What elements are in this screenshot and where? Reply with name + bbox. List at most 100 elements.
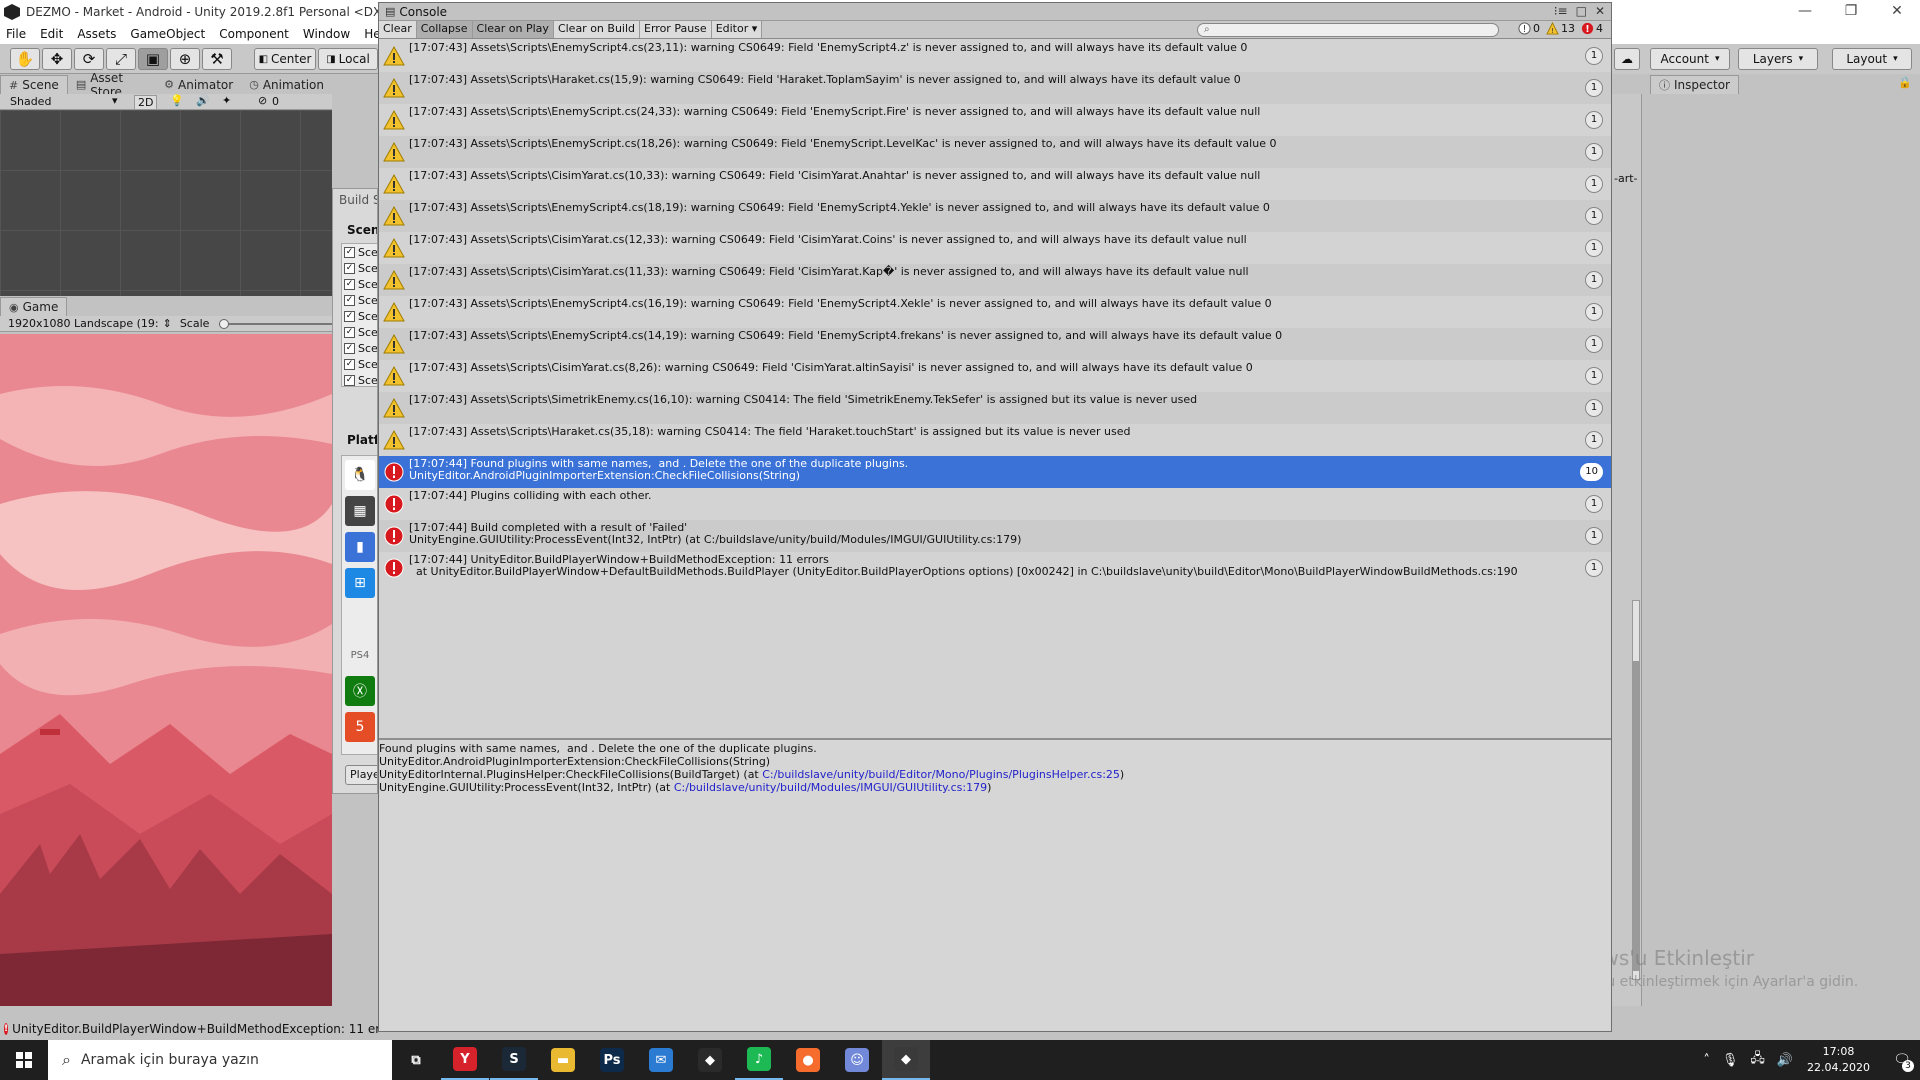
menu-file[interactable]: File bbox=[6, 27, 26, 41]
menu-assets[interactable]: Assets bbox=[77, 27, 116, 41]
player-settings-button[interactable]: Playe bbox=[345, 765, 377, 785]
console-warning-entry[interactable]: [17:07:43] Assets\Scripts\SimetrikEnemy.… bbox=[379, 392, 1611, 424]
check-icon[interactable]: ✓ bbox=[344, 294, 355, 306]
start-button[interactable] bbox=[0, 1040, 48, 1080]
check-icon[interactable]: ✓ bbox=[344, 278, 355, 290]
close-button[interactable]: ✕ bbox=[1874, 0, 1920, 24]
menu-component[interactable]: Component bbox=[219, 27, 289, 41]
log-count-toggle[interactable]: ! 0 bbox=[1518, 22, 1540, 35]
menu-window[interactable]: Window bbox=[303, 27, 350, 41]
clear-button[interactable]: Clear bbox=[379, 21, 417, 38]
check-icon[interactable]: ✓ bbox=[344, 246, 355, 258]
audio-icon[interactable]: 🔊 bbox=[196, 94, 210, 107]
menu-icon[interactable]: ⁝≡ bbox=[1554, 4, 1568, 18]
console-warning-entry[interactable]: [17:07:43] Assets\Scripts\EnemyScript4.c… bbox=[379, 296, 1611, 328]
apple-tv-platform-icon[interactable] bbox=[345, 604, 375, 634]
console-warning-entry[interactable]: [17:07:43] Assets\Scripts\Haraket.cs(15,… bbox=[379, 72, 1611, 104]
check-icon[interactable]: ✓ bbox=[344, 310, 355, 322]
taskbar-app-unity-hub[interactable]: ◆ bbox=[686, 1040, 734, 1080]
lighting-icon[interactable]: 💡 bbox=[170, 94, 184, 107]
check-icon[interactable]: ✓ bbox=[344, 326, 355, 338]
taskbar-clock[interactable]: 17:08 22.04.2020 bbox=[1807, 1044, 1870, 1076]
check-icon[interactable]: ✓ bbox=[344, 342, 355, 354]
collapse-button[interactable]: Collapse bbox=[416, 21, 473, 38]
taskbar-app-photoshop[interactable]: Ps bbox=[588, 1040, 636, 1080]
console-warning-entry[interactable]: [17:07:43] Assets\Scripts\Haraket.cs(35,… bbox=[379, 424, 1611, 456]
console-detail-pane[interactable]: Found plugins with same names, and . Del… bbox=[379, 738, 1611, 1031]
shading-mode-dropdown[interactable]: Shaded bbox=[10, 95, 51, 108]
tab-asset-store[interactable]: ▤ Asset Store bbox=[68, 71, 156, 99]
slider-handle[interactable] bbox=[219, 318, 230, 329]
stacktrace-link[interactable]: C:/buildslave/unity/build/Editor/Mono/Pl… bbox=[762, 768, 1120, 781]
pc-platform-icon[interactable]: 🐧 bbox=[345, 460, 375, 490]
console-error-entry[interactable]: [17:07:44] UnityEditor.BuildPlayerWindow… bbox=[379, 552, 1611, 584]
rotate-tool-button[interactable]: ⟳ bbox=[74, 48, 104, 70]
layers-dropdown[interactable]: Layers ▾ bbox=[1738, 48, 1818, 70]
taskbar-app-steam[interactable]: S bbox=[490, 1040, 538, 1080]
scale-slider[interactable] bbox=[219, 318, 332, 329]
scene-row[interactable]: ✓ Sce bbox=[342, 340, 377, 356]
minimize-button[interactable]: — bbox=[1782, 0, 1828, 24]
transform-tool-button[interactable]: ⊕ bbox=[170, 48, 200, 70]
scene-row[interactable]: ✓ Sce bbox=[342, 244, 377, 260]
console-error-entry[interactable]: [17:07:44] Build completed with a result… bbox=[379, 520, 1611, 552]
console-error-entry[interactable]: [17:07:44] Found plugins with same names… bbox=[379, 456, 1611, 488]
console-warning-entry[interactable]: [17:07:43] Assets\Scripts\EnemyScript4.c… bbox=[379, 328, 1611, 360]
console-warning-entry[interactable]: [17:07:43] Assets\Scripts\CisimYarat.cs(… bbox=[379, 360, 1611, 392]
pivot-local-button[interactable]: ◨ Local bbox=[318, 48, 378, 70]
console-warning-entry[interactable]: [17:07:43] Assets\Scripts\CisimYarat.cs(… bbox=[379, 168, 1611, 200]
account-dropdown[interactable]: Account ▾ bbox=[1650, 48, 1730, 70]
tab-game[interactable]: ◉ Game bbox=[0, 297, 68, 316]
tab-inspector[interactable]: ⓘ Inspector bbox=[1650, 75, 1739, 94]
game-viewport[interactable] bbox=[0, 334, 332, 1006]
clear-on-play-button[interactable]: Clear on Play bbox=[472, 21, 554, 38]
tab-animation[interactable]: ◷ Animation bbox=[241, 75, 332, 94]
console-title-bar[interactable]: ▤ Console ⁝≡ □ ✕ bbox=[379, 3, 1611, 21]
console-warning-entry[interactable]: [17:07:43] Assets\Scripts\EnemyScript4.c… bbox=[379, 40, 1611, 72]
taskbar-search-box[interactable]: ⌕ Aramak için buraya yazın bbox=[48, 1040, 392, 1080]
maximize-icon[interactable]: □ bbox=[1576, 4, 1587, 18]
check-icon[interactable]: ✓ bbox=[344, 262, 355, 274]
console-warning-entry[interactable]: [17:07:43] Assets\Scripts\CisimYarat.cs(… bbox=[379, 232, 1611, 264]
layout-dropdown[interactable]: Layout ▾ bbox=[1832, 48, 1912, 70]
console-error-entry[interactable]: [17:07:44] Plugins colliding with each o… bbox=[379, 488, 1611, 520]
editor-dropdown[interactable]: Editor ▾ bbox=[711, 21, 763, 38]
notification-center-button[interactable]: 🗨 3 bbox=[1884, 1040, 1920, 1080]
menu-gameobject[interactable]: GameObject bbox=[130, 27, 205, 41]
cloud-button[interactable]: ☁ bbox=[1614, 48, 1640, 70]
clear-on-build-button[interactable]: Clear on Build bbox=[553, 21, 641, 38]
scrollbar-thumb[interactable] bbox=[1633, 661, 1639, 971]
taskbar-app-unity[interactable]: ◆ bbox=[882, 1040, 930, 1080]
windows-platform-icon[interactable]: ⊞ bbox=[345, 568, 375, 598]
lock-icon[interactable]: 🔒 bbox=[1898, 76, 1912, 89]
effects-icon[interactable]: ✦ bbox=[222, 94, 231, 107]
taskbar-app-file-explorer[interactable]: ▬ bbox=[539, 1040, 587, 1080]
html5-platform-icon[interactable]: 5 bbox=[345, 712, 375, 742]
mode-2d-toggle[interactable]: 2D bbox=[134, 95, 158, 110]
stacktrace-link[interactable]: C:/buildslave/unity/build/Modules/IMGUI/… bbox=[674, 781, 987, 794]
network-icon[interactable]: 🖧 bbox=[1750, 1049, 1765, 1071]
scene-row[interactable]: ✓ Sce bbox=[342, 324, 377, 340]
android-platform-icon[interactable]: ▮ bbox=[345, 532, 375, 562]
ps4-platform-icon[interactable]: PS4 bbox=[345, 640, 375, 670]
console-warning-entry[interactable]: [17:07:43] Assets\Scripts\EnemyScript.cs… bbox=[379, 136, 1611, 168]
taskbar-app-mail[interactable]: ✉ bbox=[637, 1040, 685, 1080]
scene-viewport[interactable] bbox=[0, 110, 332, 296]
console-warning-entry[interactable]: [17:07:43] Assets\Scripts\EnemyScript.cs… bbox=[379, 104, 1611, 136]
error-count-toggle[interactable]: ! 4 bbox=[1581, 22, 1603, 35]
resolution-dropdown[interactable]: 1920x1080 Landscape (19: bbox=[8, 317, 159, 330]
move-tool-button[interactable]: ✥ bbox=[42, 48, 72, 70]
close-icon[interactable]: ✕ bbox=[1595, 4, 1605, 18]
pivot-center-button[interactable]: ◧ Center bbox=[254, 48, 316, 70]
custom-tool-button[interactable]: ⚒ bbox=[202, 48, 232, 70]
tab-animator[interactable]: ⚙ Animator bbox=[156, 75, 241, 94]
console-warning-entry[interactable]: [17:07:43] Assets\Scripts\EnemyScript4.c… bbox=[379, 200, 1611, 232]
error-pause-button[interactable]: Error Pause bbox=[640, 21, 712, 38]
menu-edit[interactable]: Edit bbox=[40, 27, 63, 41]
webgl-platform-icon[interactable]: ▦ bbox=[345, 496, 375, 526]
console-warning-entry[interactable]: [17:07:43] Assets\Scripts\CisimYarat.cs(… bbox=[379, 264, 1611, 296]
taskbar-app-origin[interactable]: ● bbox=[784, 1040, 832, 1080]
scene-row[interactable]: ✓ Sce bbox=[342, 356, 377, 372]
hand-tool-button[interactable]: ✋ bbox=[10, 48, 40, 70]
rect-tool-button[interactable]: ▣ bbox=[138, 48, 168, 70]
